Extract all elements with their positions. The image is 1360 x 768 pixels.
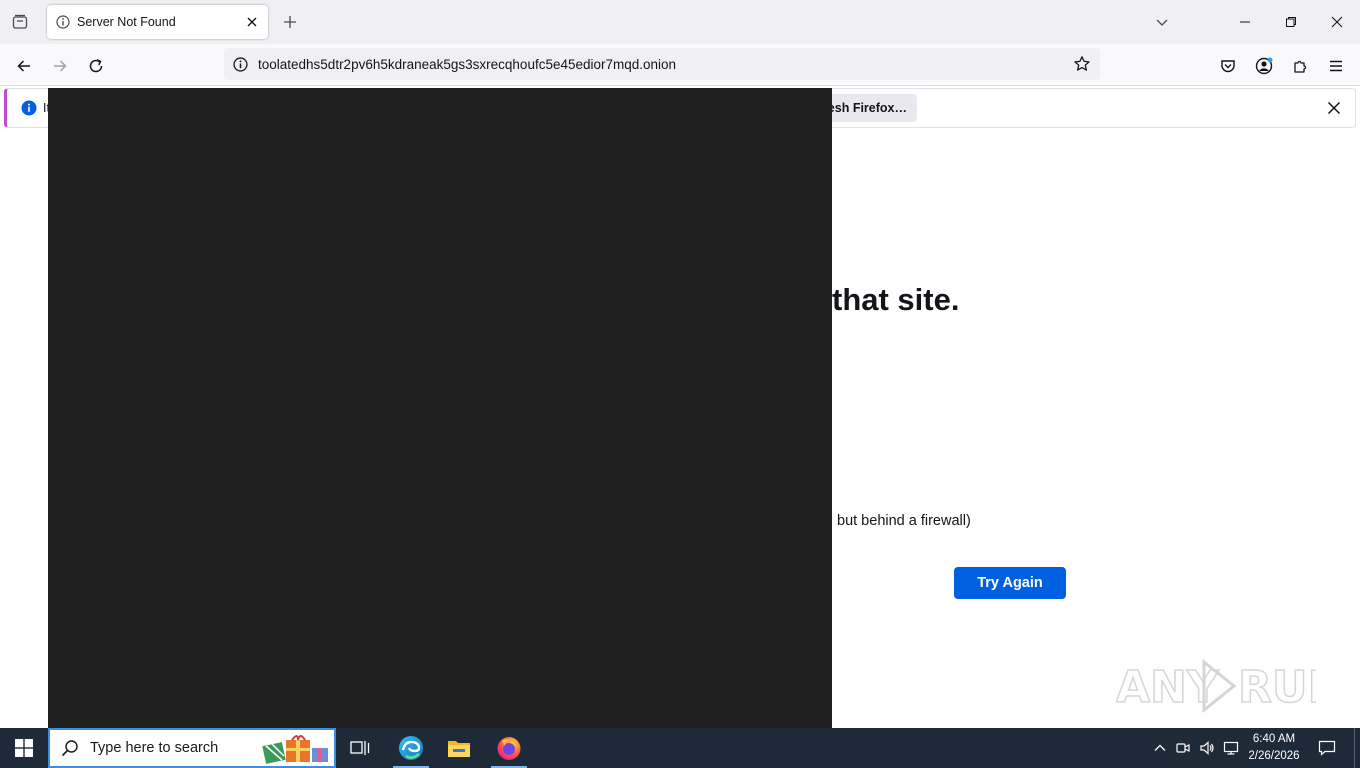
reload-button[interactable] <box>82 52 110 80</box>
forward-button[interactable] <box>46 52 74 80</box>
puzzle-icon <box>1294 60 1307 73</box>
account-button[interactable] <box>1250 52 1278 80</box>
app-menu-button[interactable] <box>1322 52 1350 80</box>
show-desktop-button[interactable] <box>1354 728 1360 768</box>
new-tab-button[interactable] <box>278 10 302 34</box>
system-clock[interactable]: 6:40 AM 2/26/2026 <box>1246 731 1302 765</box>
hamburger-menu-icon <box>1330 60 1342 72</box>
list-all-tabs-button[interactable] <box>1150 10 1174 34</box>
action-center-button[interactable] <box>1314 736 1340 760</box>
close-tab-icon[interactable] <box>244 14 260 30</box>
clock-date: 2/26/2026 <box>1248 750 1300 762</box>
clock-time: 6:40 AM <box>1252 733 1296 745</box>
minimize-button[interactable] <box>1223 6 1267 38</box>
restore-button[interactable] <box>1269 6 1313 38</box>
gift-boxes-icon <box>262 735 328 764</box>
windows-logo-icon <box>15 739 33 757</box>
taskbar: Type here to search 6:40 AM 2/26/2026 <box>0 728 1360 768</box>
tab-title: Server Not Found <box>77 15 176 29</box>
show-hidden-icons-button[interactable] <box>1150 738 1170 758</box>
taskbar-edge[interactable] <box>391 728 431 768</box>
info-circle-icon <box>55 14 71 30</box>
tab-strip: Server Not Found <box>0 0 1360 44</box>
firefox-icon <box>497 737 521 760</box>
taskbar-file-explorer[interactable] <box>439 728 479 768</box>
chevron-up-icon <box>1154 744 1166 751</box>
bookmark-star-icon[interactable] <box>1072 54 1092 74</box>
pocket-button[interactable] <box>1214 52 1242 80</box>
tab-list-button[interactable] <box>8 10 32 34</box>
svg-text:RUN: RUN <box>1238 662 1316 713</box>
task-view-icon <box>350 741 370 755</box>
notification-icon <box>1318 740 1336 756</box>
close-window-button[interactable] <box>1315 6 1359 38</box>
tab-server-not-found[interactable]: Server Not Found <box>47 5 268 39</box>
arrow-right-icon <box>54 60 67 72</box>
meet-now-button[interactable] <box>1173 738 1193 758</box>
network-icon <box>1223 741 1239 755</box>
minimize-icon <box>1240 21 1250 23</box>
back-button[interactable] <box>10 52 38 80</box>
camera-icon <box>1176 743 1190 753</box>
account-icon <box>1255 57 1273 75</box>
search-icon <box>50 730 90 766</box>
task-view-button[interactable] <box>340 728 380 768</box>
pocket-icon <box>1221 60 1235 73</box>
taskbar-search-box[interactable]: Type here to search <box>48 728 336 768</box>
navigation-toolbar: toolatedhs5dtr2pv6h5kdraneak5gs3sxrecqho… <box>0 44 1360 86</box>
restore-icon <box>1286 17 1296 27</box>
reload-icon <box>89 59 103 73</box>
volume-button[interactable] <box>1197 738 1217 758</box>
firefox-view-icon <box>12 14 28 29</box>
error-suggestion-item: but behind a firewall) <box>837 513 971 529</box>
info-filled-icon <box>21 100 37 116</box>
search-placeholder: Type here to search <box>90 740 219 756</box>
arrow-left-icon <box>17 60 30 72</box>
network-button[interactable] <box>1221 738 1241 758</box>
try-again-button[interactable]: Try Again <box>954 567 1066 599</box>
folder-icon <box>448 741 470 757</box>
taskbar-firefox[interactable] <box>489 728 529 768</box>
chevron-down-icon <box>1156 19 1168 26</box>
dark-overlay-window <box>48 88 832 728</box>
site-info-icon[interactable] <box>232 56 248 72</box>
speaker-icon <box>1200 741 1214 755</box>
notification-close-icon[interactable] <box>1325 99 1343 117</box>
error-title: that site. <box>832 282 960 317</box>
plus-icon <box>284 16 296 28</box>
start-button[interactable] <box>0 728 48 768</box>
extensions-button[interactable] <box>1286 52 1314 80</box>
edge-icon <box>399 736 423 760</box>
anyrun-watermark-logo: ANY RUN <box>1116 658 1316 714</box>
close-icon <box>1331 16 1343 28</box>
url-bar[interactable]: toolatedhs5dtr2pv6h5kdraneak5gs3sxrecqho… <box>224 48 1100 80</box>
url-text[interactable]: toolatedhs5dtr2pv6h5kdraneak5gs3sxrecqho… <box>258 57 1072 72</box>
